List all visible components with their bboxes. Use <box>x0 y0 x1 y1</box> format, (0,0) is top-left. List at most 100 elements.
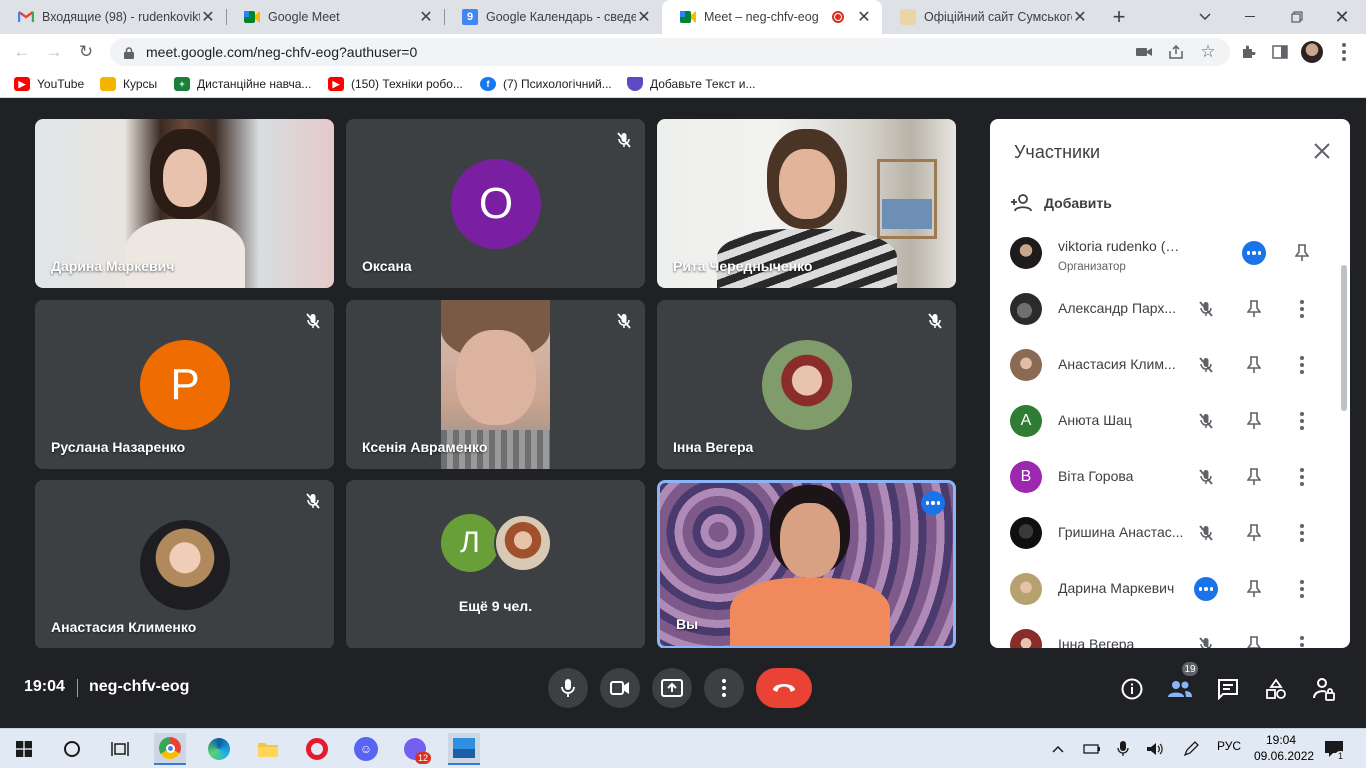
host-controls-button[interactable] <box>1311 676 1337 702</box>
more-vert-icon[interactable] <box>1290 465 1314 489</box>
self-video-tile[interactable]: Вы <box>657 480 956 649</box>
bookmark-distance-learning[interactable]: + Дистанційне навча... <box>174 76 311 92</box>
opera-taskbar-icon[interactable] <box>301 733 333 765</box>
participant-row[interactable]: viktoria rudenko (вы) Организатор <box>1010 225 1330 281</box>
photos-taskbar-icon[interactable] <box>448 733 480 765</box>
tab-google-meet[interactable]: Google Meet ✕ <box>226 0 444 34</box>
url-field[interactable]: meet.google.com/neg-chfv-eog?authuser=0 <box>110 38 1230 66</box>
tab-sumy-site[interactable]: Офіційний сайт Сумського / ✕ <box>882 0 1098 34</box>
avatar-tile[interactable]: Анастасия Клименко <box>35 480 334 649</box>
present-screen-button[interactable] <box>652 668 692 708</box>
mic-off-icon[interactable] <box>1194 465 1218 489</box>
more-vert-icon[interactable] <box>1290 633 1314 648</box>
share-icon[interactable] <box>1164 40 1188 64</box>
activities-button[interactable] <box>1263 676 1289 702</box>
add-people-button[interactable]: Добавить <box>1010 193 1112 213</box>
pin-icon[interactable] <box>1242 353 1266 377</box>
participant-row[interactable]: В Віта Горова <box>1010 449 1330 505</box>
pin-icon[interactable] <box>1242 577 1266 601</box>
more-options-icon[interactable] <box>921 491 945 515</box>
microphone-tray-icon[interactable] <box>1107 733 1139 765</box>
bookmark-add-text[interactable]: Добавьте Текст и... <box>627 76 756 92</box>
pin-icon[interactable] <box>1242 297 1266 321</box>
bookmark-star-icon[interactable]: ☆ <box>1196 40 1220 64</box>
show-hidden-icons[interactable] <box>1042 733 1074 765</box>
bookmark-techniques[interactable]: ▶ (150) Техніки робо... <box>328 76 463 92</box>
pin-icon[interactable] <box>1242 465 1266 489</box>
more-vert-icon[interactable] <box>1290 353 1314 377</box>
tab-meet-active[interactable]: Meet – neg-chfv-eog ✕ <box>662 0 882 34</box>
extensions-icon[interactable] <box>1236 40 1260 64</box>
pen-icon[interactable] <box>1175 733 1207 765</box>
tab-search-icon[interactable] <box>1193 5 1217 29</box>
close-tab-icon[interactable]: ✕ <box>856 7 872 27</box>
clock-date[interactable]: 09.06.2022 <box>1254 749 1314 763</box>
mic-off-icon[interactable] <box>1194 297 1218 321</box>
bookmark-youtube[interactable]: ▶ YouTube <box>14 76 84 92</box>
more-options-button[interactable] <box>704 668 744 708</box>
chat-button[interactable] <box>1215 676 1241 702</box>
participant-row[interactable]: А Анюта Шац <box>1010 393 1330 449</box>
new-tab-button[interactable]: + <box>1107 4 1131 29</box>
explorer-taskbar-icon[interactable] <box>252 733 284 765</box>
tab-gmail[interactable]: Входящие (98) - rudenkovikt ✕ <box>0 0 226 34</box>
mic-off-icon[interactable] <box>1194 521 1218 545</box>
scrollbar[interactable] <box>1341 265 1347 411</box>
more-vert-icon[interactable] <box>1290 521 1314 545</box>
close-tab-icon[interactable]: ✕ <box>636 7 652 27</box>
avatar-tile[interactable]: О Оксана <box>346 119 645 288</box>
pin-icon[interactable] <box>1242 633 1266 648</box>
minimize-button[interactable] <box>1238 5 1262 29</box>
browser-menu-icon[interactable] <box>1332 40 1356 64</box>
camera-permission-icon[interactable] <box>1132 40 1156 64</box>
close-tab-icon[interactable]: ✕ <box>418 7 434 27</box>
notifications-icon[interactable]: 1 <box>1318 733 1350 765</box>
show-participants-button[interactable] <box>1167 676 1193 702</box>
task-view-icon[interactable] <box>104 733 136 765</box>
speaking-icon[interactable] <box>1194 577 1218 601</box>
close-tab-icon[interactable]: ✕ <box>1072 7 1088 27</box>
video-tile[interactable]: Дарина Маркевич <box>35 119 334 288</box>
close-window-button[interactable]: ✕ <box>1330 5 1354 29</box>
tab-google-calendar[interactable]: 9 Google Календарь - сведен ✕ <box>444 0 662 34</box>
participant-row[interactable]: Александр Парх... <box>1010 281 1330 337</box>
meeting-details-button[interactable] <box>1119 676 1145 702</box>
pin-icon[interactable] <box>1242 521 1266 545</box>
avatar-tile[interactable]: Інна Вегера <box>657 300 956 469</box>
leave-call-button[interactable] <box>756 668 812 708</box>
language-indicator[interactable]: РУС <box>1217 739 1241 753</box>
chrome-taskbar-icon[interactable] <box>154 733 186 765</box>
close-icon[interactable] <box>1312 141 1332 161</box>
bookmark-courses[interactable]: Курсы <box>100 76 157 92</box>
microphone-button[interactable] <box>548 668 588 708</box>
participant-row[interactable]: Дарина Маркевич <box>1010 561 1330 617</box>
battery-icon[interactable] <box>1076 733 1108 765</box>
search-icon[interactable] <box>56 733 88 765</box>
participant-row[interactable]: Гришина Анастас... <box>1010 505 1330 561</box>
close-tab-icon[interactable]: ✕ <box>200 7 216 27</box>
more-vert-icon[interactable] <box>1290 577 1314 601</box>
bookmark-psychology[interactable]: f (7) Психологічний... <box>480 76 612 92</box>
mic-off-icon[interactable] <box>1194 633 1218 648</box>
more-vert-icon[interactable] <box>1290 297 1314 321</box>
clock-time[interactable]: 19:04 <box>1266 733 1296 747</box>
participant-row[interactable]: Анастасия Клим... <box>1010 337 1330 393</box>
more-participants-tile[interactable]: Л Ещё 9 чел. <box>346 480 645 649</box>
reload-button[interactable]: ↻ <box>74 40 98 64</box>
video-tile[interactable]: Ксенія Авраменко <box>346 300 645 469</box>
video-tile[interactable]: Рита Чередныченко <box>657 119 956 288</box>
viber-taskbar-icon[interactable]: 12 <box>399 733 431 765</box>
edge-taskbar-icon[interactable] <box>203 733 235 765</box>
avatar-tile[interactable]: P Руслана Назаренко <box>35 300 334 469</box>
mic-off-icon[interactable] <box>1194 409 1218 433</box>
mic-off-icon[interactable] <box>1194 353 1218 377</box>
forward-button[interactable]: → <box>42 40 66 64</box>
more-options-icon[interactable] <box>1242 241 1266 265</box>
discord-taskbar-icon[interactable]: ☺ <box>350 733 382 765</box>
restore-button[interactable] <box>1285 5 1309 29</box>
side-panel-icon[interactable] <box>1268 40 1292 64</box>
pin-icon[interactable] <box>1290 241 1314 265</box>
participant-row[interactable]: Інна Вегера <box>1010 617 1330 648</box>
camera-button[interactable] <box>600 668 640 708</box>
volume-icon[interactable] <box>1139 733 1171 765</box>
